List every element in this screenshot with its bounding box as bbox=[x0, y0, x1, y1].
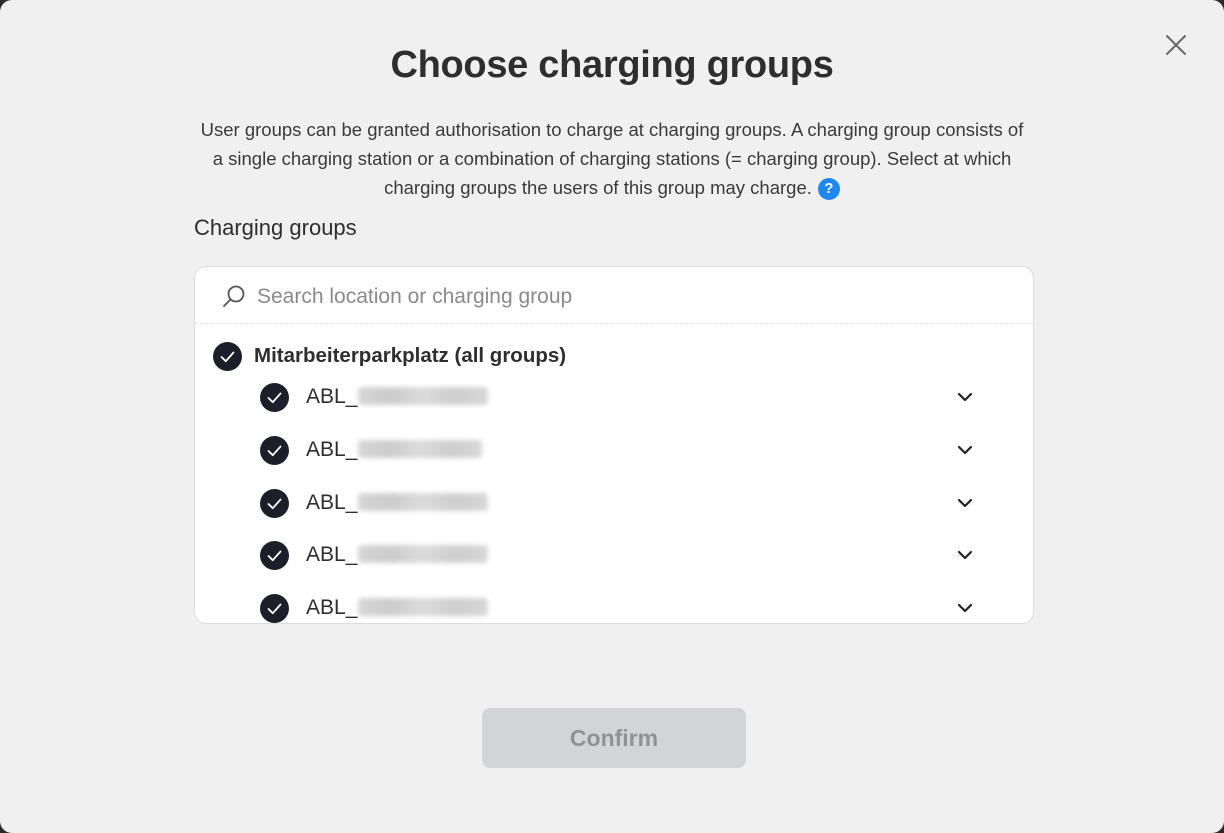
checkmark-icon bbox=[267, 603, 282, 615]
group-prefix: ABL_ bbox=[306, 543, 358, 566]
group-label: ABL_ bbox=[306, 543, 489, 567]
checkmark-icon bbox=[267, 550, 282, 562]
confirm-button[interactable]: Confirm bbox=[482, 708, 746, 768]
chevron-down-icon[interactable] bbox=[955, 493, 975, 513]
description-text: User groups can be granted authorisation… bbox=[200, 119, 1024, 198]
group-prefix: ABL_ bbox=[306, 491, 358, 514]
group-checkbox[interactable] bbox=[260, 541, 289, 570]
blurred-group-id bbox=[358, 545, 489, 563]
group-label: ABL_ bbox=[306, 596, 489, 620]
group-label: ABL_ bbox=[306, 491, 489, 515]
help-icon[interactable]: ? bbox=[817, 178, 840, 200]
chevron-down-icon[interactable] bbox=[955, 440, 975, 460]
search-row bbox=[195, 267, 1033, 324]
group-checkbox[interactable] bbox=[260, 594, 289, 623]
blurred-group-id bbox=[358, 598, 489, 616]
chevron-down-icon[interactable] bbox=[955, 598, 975, 618]
location-label: Mitarbeiterparkplatz (all groups) bbox=[254, 344, 567, 367]
group-checkbox[interactable] bbox=[260, 436, 289, 465]
group-label: ABL_ bbox=[306, 438, 483, 462]
blurred-group-id bbox=[358, 440, 483, 458]
checkmark-icon bbox=[267, 445, 282, 457]
location-checkbox[interactable] bbox=[213, 342, 242, 371]
dialog-title: Choose charging groups bbox=[390, 44, 834, 86]
group-prefix: ABL_ bbox=[306, 596, 358, 619]
checkmark-icon bbox=[267, 498, 282, 510]
chevron-down-icon[interactable] bbox=[955, 545, 975, 565]
blurred-group-id bbox=[358, 387, 489, 405]
blurred-group-id bbox=[358, 493, 489, 511]
search-input[interactable] bbox=[257, 281, 957, 313]
checkmark-icon bbox=[267, 392, 282, 404]
group-checkbox[interactable] bbox=[260, 383, 289, 412]
chevron-down-icon[interactable] bbox=[955, 387, 975, 407]
group-checkbox[interactable] bbox=[260, 489, 289, 518]
checkmark-icon bbox=[220, 351, 235, 363]
charging-groups-panel: Mitarbeiterparkplatz (all groups) ABL_ A… bbox=[194, 266, 1034, 624]
dialog-description: User groups can be granted authorisation… bbox=[200, 115, 1024, 202]
group-prefix: ABL_ bbox=[306, 438, 358, 461]
search-icon bbox=[223, 285, 245, 307]
group-prefix: ABL_ bbox=[306, 385, 358, 408]
section-label: Charging groups bbox=[194, 215, 357, 240]
group-label: ABL_ bbox=[306, 385, 489, 409]
choose-charging-groups-dialog: Choose charging groups User groups can b… bbox=[0, 0, 1224, 833]
